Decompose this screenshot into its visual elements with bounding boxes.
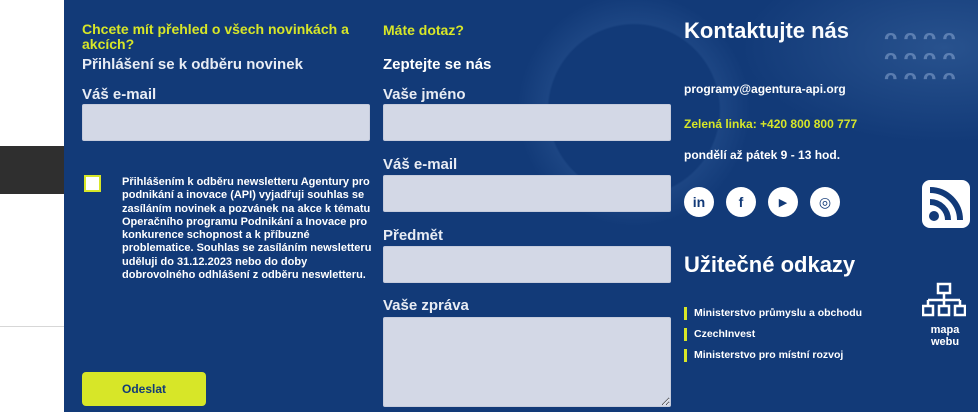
page-backdrop-divider <box>0 326 64 327</box>
decorative-pattern: ᴖᴖᴖᴖ ᴖᴖᴖᴖ ᴖᴖᴖᴖ <box>884 25 962 90</box>
newsletter-subheading: Přihlášení se k odběru novinek <box>82 56 303 73</box>
newsletter-heading: Chcete mít přehled o všech novinkách a a… <box>82 21 349 52</box>
sitemap-icon[interactable] <box>921 282 967 327</box>
subject-label: Předmět <box>383 227 444 244</box>
question-subheading: Zeptejte se nás <box>383 56 492 73</box>
newsletter-email-input[interactable] <box>82 104 370 141</box>
message-label: Vaše zpráva <box>383 297 469 314</box>
question-email-input[interactable] <box>383 175 671 212</box>
question-heading: Máte dotaz? <box>383 22 464 38</box>
linkedin-icon[interactable]: in <box>684 187 714 217</box>
name-label: Vaše jméno <box>383 86 466 103</box>
site-footer: ᴖᴖᴖᴖ ᴖᴖᴖᴖ ᴖᴖᴖᴖ Chcete mít přehled o všech … <box>64 0 978 412</box>
question-email-label: Váš e-mail <box>383 156 458 173</box>
useful-links-title: Užitečné odkazy <box>684 252 856 277</box>
newsletter-submit-button[interactable]: Odeslat <box>82 372 206 406</box>
newsletter-email-label: Váš e-mail <box>82 86 157 103</box>
page-backdrop-bar <box>0 146 64 194</box>
contact-title: Kontaktujte nás <box>684 18 850 43</box>
newsletter-consent-checkbox[interactable] <box>84 175 101 192</box>
subject-input[interactable] <box>383 246 671 283</box>
useful-link-mmr[interactable]: Ministerstvo pro místní rozvoj <box>684 349 862 362</box>
page-backdrop <box>0 0 64 412</box>
useful-link-mpo[interactable]: Ministerstvo průmyslu a obchodu <box>684 307 862 320</box>
social-links: in f ▶ ◎ <box>684 187 840 217</box>
useful-link-czechinvest[interactable]: CzechInvest <box>684 328 862 341</box>
contact-email-link[interactable]: programy@agentura-api.org <box>684 82 846 96</box>
name-input[interactable] <box>383 104 671 141</box>
hotline-text: Zelená linka: +420 800 800 777 <box>684 117 858 131</box>
facebook-icon[interactable]: f <box>726 187 756 217</box>
message-textarea[interactable] <box>383 317 671 407</box>
sitemap-label[interactable]: mapa webu <box>920 324 970 348</box>
rss-icon[interactable] <box>922 180 970 228</box>
newsletter-consent-text: Přihlášením k odběru newsletteru Agentur… <box>122 176 372 282</box>
instagram-icon[interactable]: ◎ <box>810 187 840 217</box>
office-hours: pondělí až pátek 9 - 13 hod. <box>684 148 841 162</box>
youtube-icon[interactable]: ▶ <box>768 187 798 217</box>
useful-links-list: Ministerstvo průmyslu a obchodu CzechInv… <box>684 307 862 370</box>
